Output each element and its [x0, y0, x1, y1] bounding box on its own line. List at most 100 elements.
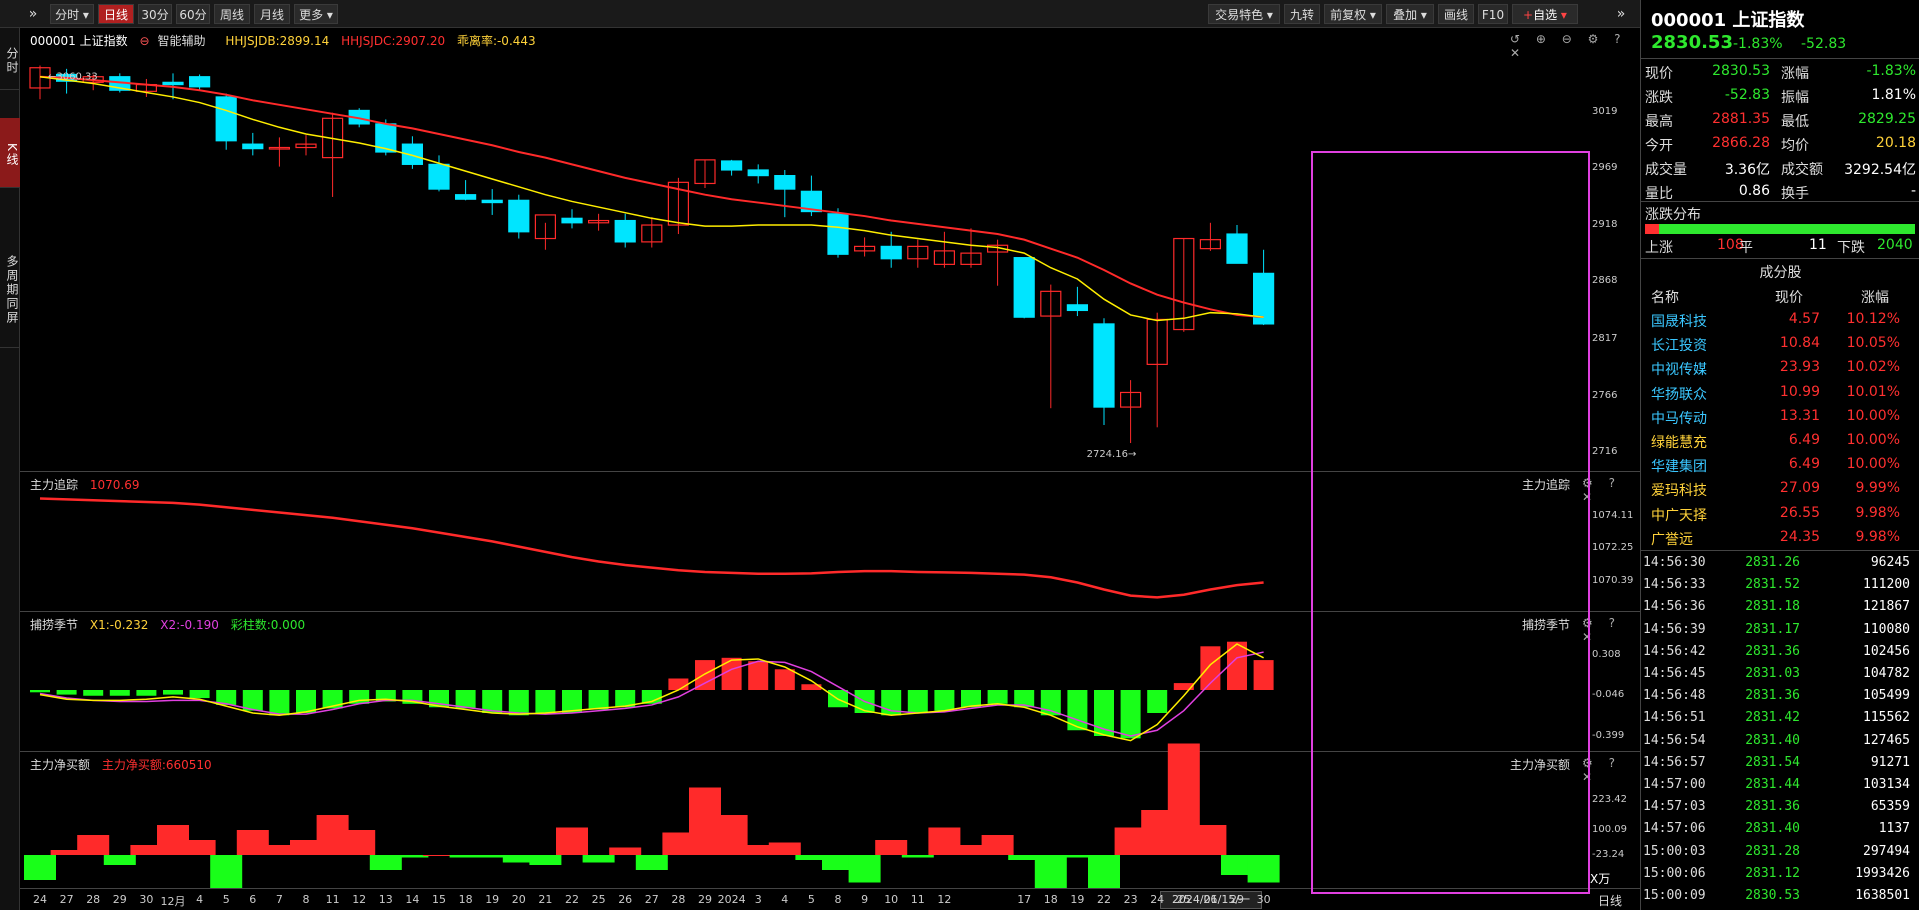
- period-daily-button[interactable]: 日线: [98, 4, 134, 24]
- trade-feature-dropdown[interactable]: 交易特色 ▾: [1208, 4, 1280, 24]
- tick-row: 14:56:39 2831.17 110080: [1643, 621, 1910, 637]
- tick-row: 14:56:57 2831.54 91271: [1643, 754, 1910, 770]
- tick-row: 15:00:06 2831.12 1993426: [1643, 865, 1910, 881]
- tab-multi-period[interactable]: 多周期同屏: [0, 228, 20, 348]
- p3-name: 捕捞季节: [30, 618, 79, 632]
- x-tick: 11: [325, 893, 340, 906]
- p3-cz: 彩柱数:0.000: [230, 618, 306, 632]
- tick-row: 15:00:03 2831.28 297494: [1643, 843, 1910, 859]
- quote-row: 现价 2830.53 涨幅 -1.83%: [1645, 63, 1916, 82]
- quote-pct: -1.83%: [1733, 36, 1783, 52]
- quote-row: 量比 0.86 换手 -: [1645, 183, 1916, 202]
- kline-title: 000001 上证指数 ⊖ 智能辅助 HHJSJDB:2899.14 HHJSJD…: [30, 32, 544, 49]
- x-tick: 4: [196, 893, 204, 906]
- x-tick: 18: [1043, 893, 1058, 906]
- x-tick: 19: [485, 893, 500, 906]
- price-tick: 2969: [1592, 161, 1618, 173]
- collapse-left-icon[interactable]: [0, 0, 20, 28]
- overlay-dropdown[interactable]: 叠加 ▾: [1386, 4, 1434, 24]
- price-tick: 2817: [1592, 332, 1618, 344]
- x-tick: 10: [884, 893, 899, 906]
- nine-turn-button[interactable]: 九转: [1284, 4, 1320, 24]
- price-tick: 2868: [1592, 275, 1618, 287]
- component-row[interactable]: 中广天择 26.55 9.98%: [1641, 502, 1919, 525]
- x-tick: 27: [644, 893, 659, 906]
- p2-value: 1070.69: [89, 478, 140, 492]
- component-row[interactable]: 中视传媒 23.93 10.02%: [1641, 356, 1919, 379]
- component-row[interactable]: 广誉远 24.35 9.98%: [1641, 526, 1919, 549]
- quote-row: 涨跌 -52.83 振幅 1.81%: [1645, 87, 1916, 106]
- component-row[interactable]: 爱玛科技 27.09 9.99%: [1641, 477, 1919, 500]
- x-tick: 7: [275, 893, 283, 906]
- x-tick: 13: [378, 893, 393, 906]
- highlight-box: [1311, 151, 1590, 894]
- season-tick: -0.399: [1592, 729, 1625, 741]
- ind-hhjsjdc: HHJSJDC:2907.20: [341, 34, 446, 48]
- smart-assist-toggle[interactable]: ⊖ 智能辅助: [139, 34, 213, 48]
- x-tick: 6: [249, 893, 257, 906]
- watchlist-button[interactable]: +自选 ▾: [1512, 4, 1578, 24]
- x-tick: 3: [754, 893, 762, 906]
- x-tick: 2024: [717, 893, 746, 906]
- p4-name: 主力净买额: [30, 758, 91, 772]
- dist-title: 涨跌分布: [1645, 207, 1701, 223]
- component-row[interactable]: 绿能慧充 6.49 10.00%: [1641, 429, 1919, 452]
- season-tick: -0.046: [1592, 689, 1625, 701]
- period-monthly-button[interactable]: 月线: [254, 4, 290, 24]
- x-tick: 19: [1070, 893, 1085, 906]
- component-row[interactable]: 华扬联众 10.99 10.01%: [1641, 381, 1919, 404]
- p2-title: 主力追踪 1070.69: [30, 476, 147, 493]
- more-dropdown[interactable]: 更多 ▾: [294, 4, 338, 24]
- p4-icons[interactable]: ⚙ ? ✕: [1582, 756, 1640, 784]
- expand-icon[interactable]: »: [22, 4, 44, 24]
- period-60min-button[interactable]: 60分: [176, 4, 210, 24]
- x-tick: 27: [59, 893, 74, 906]
- component-row[interactable]: 长江投资 10.84 10.05%: [1641, 332, 1919, 355]
- tick-row: 14:57:00 2831.44 103134: [1643, 777, 1910, 792]
- period-30min-button[interactable]: 30分: [138, 4, 172, 24]
- component-row[interactable]: 国晟科技 4.57 10.12%: [1641, 308, 1919, 331]
- x-tick: 20: [511, 893, 526, 906]
- x-tick: 18: [458, 893, 473, 906]
- quote-row: 成交量 3.36亿 成交额 3292.54亿: [1645, 162, 1916, 178]
- p3-icons[interactable]: ⚙ ? ✕: [1582, 616, 1640, 644]
- period-weekly-button[interactable]: 周线: [214, 4, 250, 24]
- price-tick: 2766: [1592, 389, 1618, 401]
- period-timeshare-button[interactable]: 分时 ▾: [50, 4, 94, 24]
- p2-icons[interactable]: ⚙ ? ✕: [1582, 476, 1640, 504]
- price-tick: 3019: [1592, 105, 1618, 117]
- x-tick: 30: [139, 893, 154, 906]
- period-label[interactable]: 日线: [1598, 892, 1622, 909]
- x-tick: 28: [86, 893, 101, 906]
- panel-toolbar-icons[interactable]: ↺ ⊕ ⊖ ⚙ ? ✕: [1510, 32, 1640, 60]
- collapse-right-icon[interactable]: »: [1610, 4, 1632, 24]
- x-tick: 21: [538, 893, 553, 906]
- price-tick: 2918: [1592, 219, 1618, 231]
- component-row[interactable]: 华建集团 6.49 10.00%: [1641, 453, 1919, 476]
- x-tick: 11: [910, 893, 925, 906]
- ind-bias: 乖离率:-0.443: [456, 34, 536, 48]
- x-tick: 26: [1203, 893, 1218, 906]
- draw-line-button[interactable]: 画线: [1438, 4, 1474, 24]
- x-tick: 14: [405, 893, 420, 906]
- x-tick: 17: [1017, 893, 1032, 906]
- adjust-dropdown[interactable]: 前复权 ▾: [1324, 4, 1382, 24]
- tick-row: 14:57:03 2831.36 65359: [1643, 799, 1910, 815]
- x-tick: 15: [432, 893, 446, 906]
- f10-button[interactable]: F10: [1478, 4, 1508, 24]
- x-tick: 29: [112, 893, 127, 906]
- x-tick: 29: [698, 893, 712, 906]
- tab-kline[interactable]: K线: [0, 118, 20, 188]
- dist-bar: [1645, 224, 1915, 234]
- quote-row: 今开 2866.28 均价 20.18: [1645, 135, 1916, 154]
- x-tick: 22: [565, 893, 579, 906]
- net-buy-tick: 223.42: [1592, 794, 1627, 805]
- left-tab-strip: 分时 K线 多周期同屏: [0, 28, 20, 910]
- quote-price: 2830.53: [1651, 32, 1733, 53]
- x-tick: 12: [352, 893, 367, 906]
- x-tick: 9: [861, 893, 869, 906]
- tick-row: 14:56:54 2831.40 127465: [1643, 732, 1910, 748]
- tab-timeshare[interactable]: 分时: [0, 28, 20, 90]
- component-row[interactable]: 中马传动 13.31 10.00%: [1641, 405, 1919, 428]
- net-buy-tick: 100.09: [1592, 824, 1627, 835]
